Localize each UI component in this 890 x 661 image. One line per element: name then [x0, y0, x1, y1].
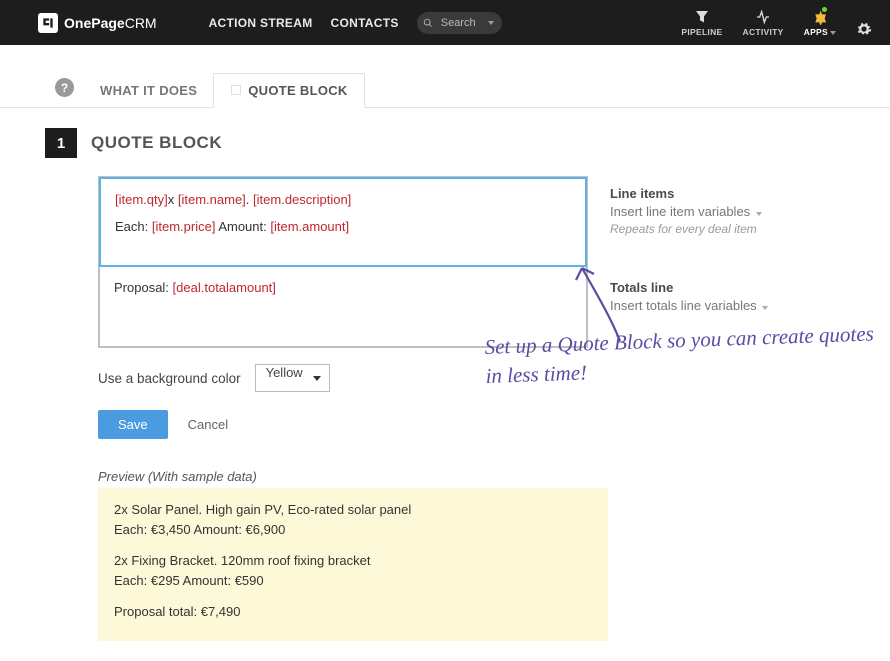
nav-contacts[interactable]: CONTACTS	[331, 16, 399, 30]
line-items-heading: Line items	[610, 186, 768, 201]
line-items-side: Line items Insert line item variables Re…	[610, 186, 768, 236]
nav-activity[interactable]: ACTIVITY	[743, 9, 784, 37]
bg-color-label: Use a background color	[98, 371, 241, 386]
preview-line: Proposal total: €7,490	[114, 603, 592, 621]
chevron-down-icon	[756, 212, 762, 216]
top-nav: OnePageCRM ACTION STREAM CONTACTS Search…	[0, 0, 890, 45]
var-item-name: [item.name]	[178, 192, 246, 207]
nav-pipeline[interactable]: PIPELINE	[681, 9, 722, 37]
var-item-description: [item.description]	[253, 192, 351, 207]
status-dot-icon	[822, 7, 827, 12]
line-items-editor[interactable]: [item.qty]x [item.name]. [item.descripti…	[99, 177, 587, 267]
nav-apps[interactable]: APPS	[804, 9, 836, 37]
tab-quote-block[interactable]: QUOTE BLOCK	[213, 73, 364, 108]
tab-what-it-does[interactable]: WHAT IT DOES	[84, 74, 213, 107]
insert-line-vars-link[interactable]: Insert line item variables	[610, 204, 768, 219]
step-title: QUOTE BLOCK	[91, 133, 222, 153]
preview-line: Each: €3,450 Amount: €6,900	[114, 521, 592, 539]
text: .	[246, 192, 253, 207]
nav-activity-label: ACTIVITY	[743, 27, 784, 37]
chevron-down-icon	[488, 21, 494, 25]
help-icon[interactable]: ?	[55, 78, 74, 97]
text: x	[168, 192, 178, 207]
pipeline-icon	[694, 9, 710, 25]
preview-line: 2x Fixing Bracket. 120mm roof fixing bra…	[114, 552, 592, 570]
logo[interactable]: OnePageCRM	[38, 13, 157, 33]
var-item-price: [item.price]	[152, 219, 216, 234]
bg-color-select[interactable]: Yellow	[255, 364, 330, 392]
save-button[interactable]: Save	[98, 410, 168, 439]
preview-line: Each: €295 Amount: €590	[114, 572, 592, 590]
repeats-note: Repeats for every deal item	[610, 222, 768, 236]
activity-icon	[755, 9, 771, 25]
text: Amount:	[215, 219, 270, 234]
logo-text: OnePageCRM	[64, 15, 157, 31]
search-placeholder: Search	[441, 17, 476, 29]
preview-label: Preview (With sample data)	[98, 469, 860, 484]
nav-settings[interactable]	[856, 21, 872, 37]
step-header: 1 QUOTE BLOCK	[0, 108, 890, 158]
var-item-qty: [item.qty]	[115, 192, 168, 207]
text: Each:	[115, 219, 152, 234]
step-number: 1	[45, 128, 77, 158]
nav-apps-label: APPS	[804, 27, 836, 37]
nav-action-stream[interactable]: ACTION STREAM	[209, 16, 313, 30]
var-item-amount: [item.amount]	[270, 219, 349, 234]
text: Proposal:	[114, 280, 173, 295]
gear-icon	[856, 21, 872, 37]
var-deal-totalamount: [deal.totalamount]	[173, 280, 276, 295]
tabs: ? WHAT IT DOES QUOTE BLOCK	[0, 45, 890, 108]
cancel-button[interactable]: Cancel	[188, 417, 228, 432]
chevron-down-icon	[762, 306, 768, 310]
preview-line: 2x Solar Panel. High gain PV, Eco-rated …	[114, 501, 592, 519]
search-icon	[423, 18, 433, 28]
quote-block-icon	[230, 84, 242, 96]
nav-pipeline-label: PIPELINE	[681, 27, 722, 37]
logo-icon	[38, 13, 58, 33]
search-input[interactable]: Search	[417, 12, 502, 34]
